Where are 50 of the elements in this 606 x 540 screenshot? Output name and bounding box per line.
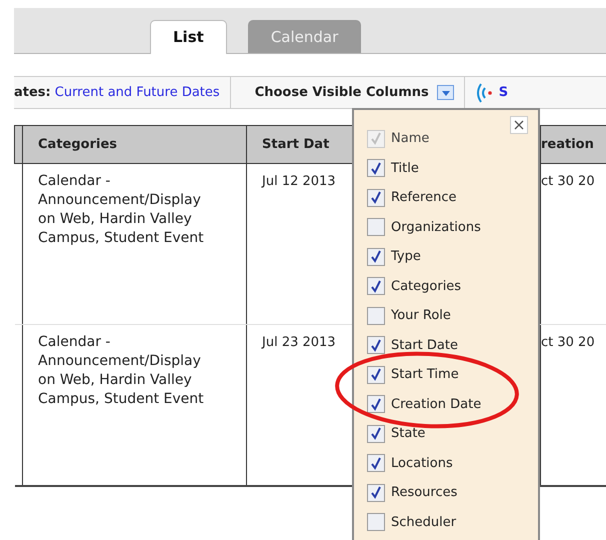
checkmark-icon	[370, 456, 382, 470]
checkbox-label: Start Time	[391, 366, 459, 384]
checkbox[interactable]	[367, 218, 385, 236]
checkbox-label: Creation Date	[391, 396, 482, 414]
checkbox-label: Reference	[391, 189, 456, 207]
checkmark-icon	[370, 398, 382, 411]
dropdown-icon[interactable]	[436, 85, 454, 100]
feed-icon[interactable]	[474, 82, 493, 104]
checkbox-label: Categories	[391, 278, 462, 296]
feed-link[interactable]: S	[498, 82, 508, 102]
checkmark-icon	[370, 486, 382, 500]
checkbox[interactable]	[367, 248, 385, 266]
checkbox-label: Organizations	[391, 218, 481, 236]
checkbox[interactable]	[367, 336, 385, 354]
close-button[interactable]	[510, 116, 528, 134]
checkbox-label: Start Date	[391, 336, 458, 354]
checkmark-icon	[370, 368, 382, 382]
checkmark-icon	[370, 132, 382, 146]
checkbox[interactable]	[367, 395, 385, 414]
checkbox[interactable]	[367, 306, 385, 325]
table-cell: Calendar - Announcement/Display on Web, Hardin Valley Campus, Student Event	[22, 324, 246, 486]
checkmark-icon	[370, 280, 382, 293]
checkbox-label: Scheduler	[391, 514, 456, 532]
date-filter-link[interactable]: Current and Future Dates	[54, 82, 220, 102]
checkbox[interactable]	[367, 513, 385, 532]
checkbox[interactable]	[367, 484, 385, 502]
checkbox[interactable]	[367, 277, 385, 296]
close-icon	[514, 120, 524, 130]
column-header[interactable]: reation	[540, 126, 606, 164]
checkmark-icon	[370, 162, 382, 175]
table-cell: Calendar - Announcement/Display on Web, Hardin Valley Campus, Student Event	[22, 164, 246, 324]
checkbox-label: Name	[391, 130, 430, 148]
checkbox[interactable]	[367, 188, 385, 207]
column-header[interactable]: Categories	[22, 126, 246, 164]
checkbox[interactable]	[367, 159, 385, 178]
checkmark-icon	[370, 338, 382, 352]
checkbox-label: Type	[391, 248, 421, 266]
filter-label: ates:	[14, 84, 51, 102]
checkbox[interactable]	[367, 366, 385, 384]
checkmark-icon	[370, 250, 382, 264]
tab[interactable]: List	[150, 20, 227, 54]
checkbox-label: State	[391, 425, 426, 443]
checkbox[interactable]	[367, 454, 385, 472]
checkbox[interactable]	[367, 424, 385, 443]
checkmark-icon	[370, 427, 382, 440]
choose-columns-link[interactable]: Choose Visible Columns	[254, 82, 429, 102]
checkbox-label: Locations	[391, 454, 453, 472]
checkbox-label: Resources	[391, 484, 458, 502]
checkmark-icon	[370, 191, 382, 204]
checkbox-label: Your Role	[391, 307, 451, 325]
